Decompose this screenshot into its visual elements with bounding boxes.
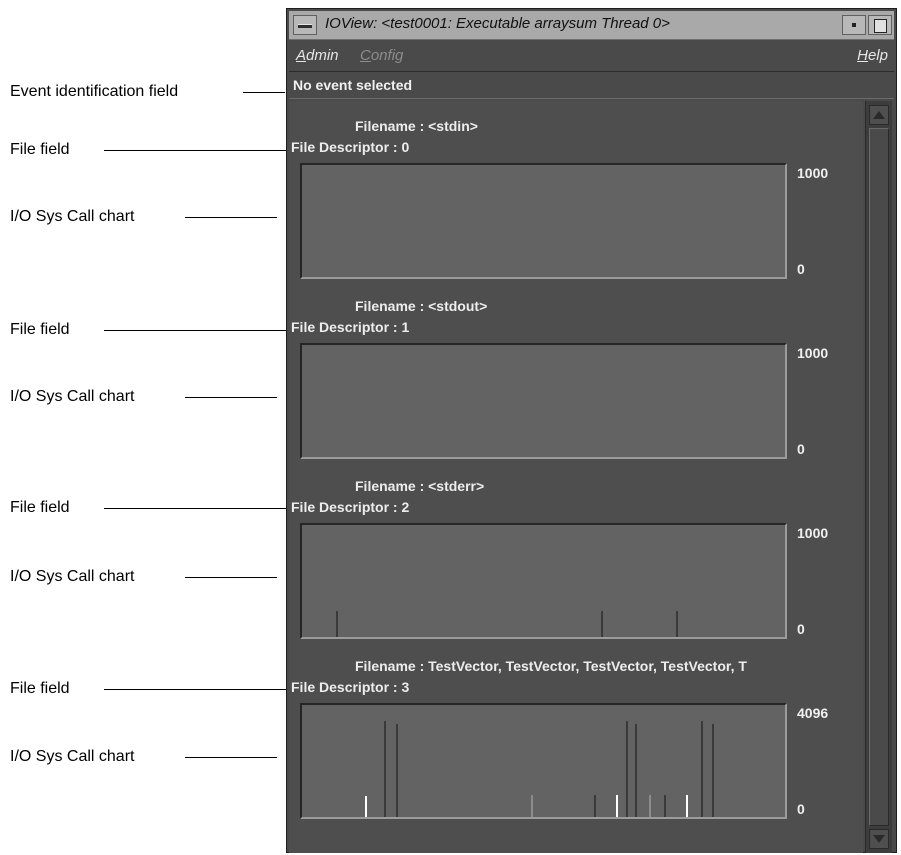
syscall-tick[interactable] [616,795,618,817]
chart-max-label: 1000 [797,165,829,181]
file-name-label: Filename : <stdout> [355,298,488,314]
callout-line [185,577,277,578]
file-descriptor-label: File Descriptor : 3 [291,679,410,695]
io-syscall-chart[interactable] [300,523,787,639]
chart-min-label: 0 [797,441,805,457]
file-name-label: Filename : <stdin> [355,118,478,134]
syscall-tick[interactable] [396,724,398,817]
callout-file-field: File field [10,141,70,158]
chart-min-label: 0 [797,801,805,817]
callout-chart: I/O Sys Call chart [10,748,135,765]
syscall-tick[interactable] [686,795,688,817]
menu-help[interactable]: Help [857,47,888,64]
syscall-tick[interactable] [635,724,637,817]
file-list-panel: Filename : <stdin> File Descriptor : 0 1… [289,101,863,853]
callout-file-field: File field [10,321,70,338]
syscall-tick[interactable] [626,721,628,817]
callout-file-field: File field [10,680,70,697]
callout-event-identification: Event identification field [10,83,179,100]
syscall-tick[interactable] [531,795,533,817]
callout-line [104,508,286,509]
chart-min-label: 0 [797,261,805,277]
maximize-button[interactable] [868,15,892,35]
scroll-thumb[interactable] [869,128,889,826]
chart-max-label: 4096 [797,705,829,721]
scroll-down-arrow-icon[interactable] [869,829,889,849]
callout-chart: I/O Sys Call chart [10,208,135,225]
file-descriptor-label: File Descriptor : 0 [291,139,410,155]
syscall-tick[interactable] [601,611,603,637]
chart-min-label: 0 [797,621,805,637]
menu-bar: Admin Config Help [289,41,894,72]
window-title: IOView: <test0001: Executable arraysum T… [325,15,670,32]
callout-chart: I/O Sys Call chart [10,388,135,405]
syscall-tick[interactable] [676,611,678,637]
callout-line [185,397,277,398]
syscall-tick[interactable] [365,796,367,817]
callout-line [104,330,286,331]
minimize-button[interactable] [842,15,866,35]
callout-line [104,150,286,151]
syscall-tick[interactable] [664,795,666,817]
syscall-tick[interactable] [701,721,703,817]
syscall-tick[interactable] [594,795,596,817]
chart-max-label: 1000 [797,345,829,361]
file-descriptor-label: File Descriptor : 2 [291,499,410,515]
callout-line [185,217,277,218]
window-menu-button[interactable] [293,15,317,35]
io-syscall-chart[interactable] [300,343,787,459]
io-syscall-chart[interactable] [300,163,787,279]
menu-admin[interactable]: Admin [296,47,339,64]
syscall-tick[interactable] [384,721,386,817]
callout-line [104,689,286,690]
io-syscall-chart[interactable] [300,703,787,819]
callout-line [185,757,277,758]
callout-line [243,92,285,93]
syscall-tick[interactable] [649,795,651,817]
file-name-label: Filename : <stderr> [355,478,485,494]
ioview-window: IOView: <test0001: Executable arraysum T… [286,8,897,853]
file-name-label: Filename : TestVector, TestVector, TestV… [355,658,747,674]
callout-chart: I/O Sys Call chart [10,568,135,585]
file-descriptor-label: File Descriptor : 1 [291,319,410,335]
scroll-up-arrow-icon[interactable] [869,105,889,125]
syscall-tick[interactable] [336,611,338,637]
chart-max-label: 1000 [797,525,829,541]
callout-file-field: File field [10,499,70,516]
menu-config[interactable]: Config [360,47,403,64]
vertical-scrollbar[interactable] [865,101,892,853]
event-identification-field: No event selected [289,73,894,99]
title-bar[interactable]: IOView: <test0001: Executable arraysum T… [289,11,894,40]
syscall-tick[interactable] [712,724,714,817]
